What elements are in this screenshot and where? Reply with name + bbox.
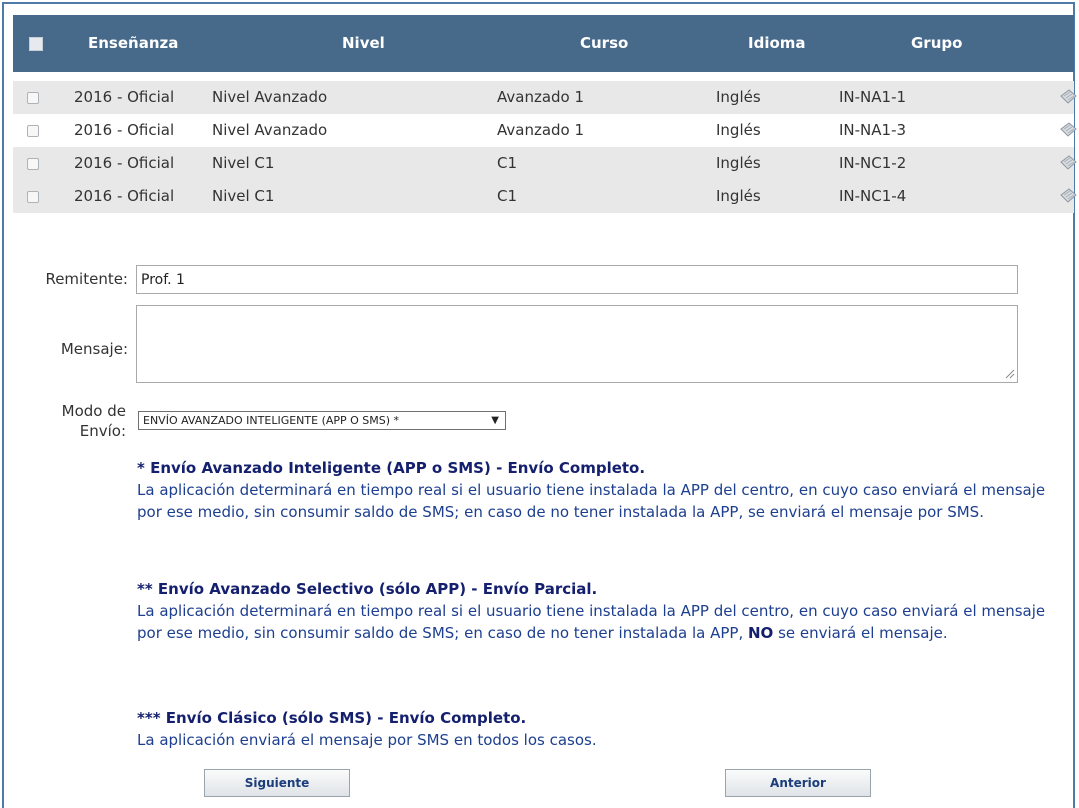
row-checkbox[interactable] bbox=[27, 158, 39, 170]
cell-idioma: Inglés bbox=[716, 187, 761, 205]
info-title: ** Envío Avanzado Selectivo (sólo APP) -… bbox=[137, 580, 598, 598]
modo-envio-label: Modo de Envío: bbox=[20, 401, 126, 441]
cell-nivel: Nivel Avanzado bbox=[212, 88, 328, 106]
dropdown-arrow-icon: ▼ bbox=[491, 415, 499, 426]
cell-curso: C1 bbox=[497, 187, 518, 205]
cell-nivel: Nivel C1 bbox=[212, 154, 275, 172]
pencil-edit-icon[interactable] bbox=[1058, 153, 1078, 173]
info-block-selectivo: ** Envío Avanzado Selectivo (sólo APP) -… bbox=[137, 578, 1072, 644]
anterior-button[interactable]: Anterior bbox=[725, 769, 871, 797]
header-nivel[interactable]: Nivel bbox=[342, 15, 385, 72]
cell-idioma: Inglés bbox=[716, 88, 761, 106]
table-row[interactable]: 2016 - Oficial Nivel Avanzado Avanzado 1… bbox=[13, 114, 1077, 147]
header-ensenanza[interactable]: Enseñanza bbox=[88, 15, 178, 72]
info-title: * Envío Avanzado Inteligente (APP o SMS)… bbox=[137, 459, 646, 477]
modo-envio-label-line1: Modo de bbox=[61, 402, 126, 420]
siguiente-button[interactable]: Siguiente bbox=[204, 769, 350, 797]
info-text-end: se enviará el mensaje. bbox=[773, 624, 948, 642]
cell-idioma: Inglés bbox=[716, 154, 761, 172]
modo-envio-selected: ENVÍO AVANZADO INTELIGENTE (APP O SMS) * bbox=[143, 414, 400, 427]
cell-ensenanza: 2016 - Oficial bbox=[74, 154, 175, 172]
resize-grip-icon[interactable] bbox=[1003, 367, 1015, 379]
header-curso[interactable]: Curso bbox=[580, 15, 628, 72]
select-all-checkbox[interactable] bbox=[29, 37, 43, 51]
cell-curso: Avanzado 1 bbox=[497, 88, 585, 106]
cell-grupo: IN-NC1-4 bbox=[839, 187, 907, 205]
info-text-strong: NO bbox=[747, 624, 774, 642]
row-checkbox[interactable] bbox=[27, 191, 39, 203]
mensaje-label: Mensaje: bbox=[60, 340, 128, 358]
table-row[interactable]: 2016 - Oficial Nivel C1 C1 Inglés IN-NC1… bbox=[13, 147, 1077, 180]
mensaje-textarea[interactable] bbox=[136, 305, 1018, 383]
info-text: La aplicación determinará en tiempo real… bbox=[137, 481, 1046, 521]
cell-ensenanza: 2016 - Oficial bbox=[74, 88, 175, 106]
cell-ensenanza: 2016 - Oficial bbox=[74, 121, 175, 139]
modo-envio-select[interactable]: ENVÍO AVANZADO INTELIGENTE (APP O SMS) *… bbox=[138, 411, 506, 430]
info-text: La aplicación enviará el mensaje por SMS… bbox=[137, 731, 597, 749]
header-idioma[interactable]: Idioma bbox=[748, 15, 806, 72]
table-header: Enseñanza Nivel Curso Idioma Grupo bbox=[13, 15, 1074, 72]
cell-nivel: Nivel Avanzado bbox=[212, 121, 328, 139]
remitente-input[interactable] bbox=[136, 265, 1018, 294]
header-grupo[interactable]: Grupo bbox=[911, 15, 962, 72]
cell-grupo: IN-NC1-2 bbox=[839, 154, 907, 172]
cell-grupo: IN-NA1-1 bbox=[839, 88, 907, 106]
cell-idioma: Inglés bbox=[716, 121, 761, 139]
row-checkbox[interactable] bbox=[27, 125, 39, 137]
pencil-edit-icon[interactable] bbox=[1058, 186, 1078, 206]
cell-curso: C1 bbox=[497, 154, 518, 172]
cell-nivel: Nivel C1 bbox=[212, 187, 275, 205]
cell-grupo: IN-NA1-3 bbox=[839, 121, 907, 139]
modo-envio-label-line2: Envío: bbox=[79, 422, 126, 440]
cell-curso: Avanzado 1 bbox=[497, 121, 585, 139]
table-row[interactable]: 2016 - Oficial Nivel Avanzado Avanzado 1… bbox=[13, 81, 1077, 114]
pencil-edit-icon[interactable] bbox=[1058, 87, 1078, 107]
pencil-edit-icon[interactable] bbox=[1058, 120, 1078, 140]
info-block-clasico: *** Envío Clásico (sólo SMS) - Envío Com… bbox=[137, 707, 1072, 751]
info-block-inteligente: * Envío Avanzado Inteligente (APP o SMS)… bbox=[137, 457, 1072, 523]
info-title: *** Envío Clásico (sólo SMS) - Envío Com… bbox=[137, 709, 527, 727]
remitente-label: Remitente: bbox=[45, 270, 128, 288]
row-checkbox[interactable] bbox=[27, 92, 39, 104]
cell-ensenanza: 2016 - Oficial bbox=[74, 187, 175, 205]
table-row[interactable]: 2016 - Oficial Nivel C1 C1 Inglés IN-NC1… bbox=[13, 180, 1077, 213]
